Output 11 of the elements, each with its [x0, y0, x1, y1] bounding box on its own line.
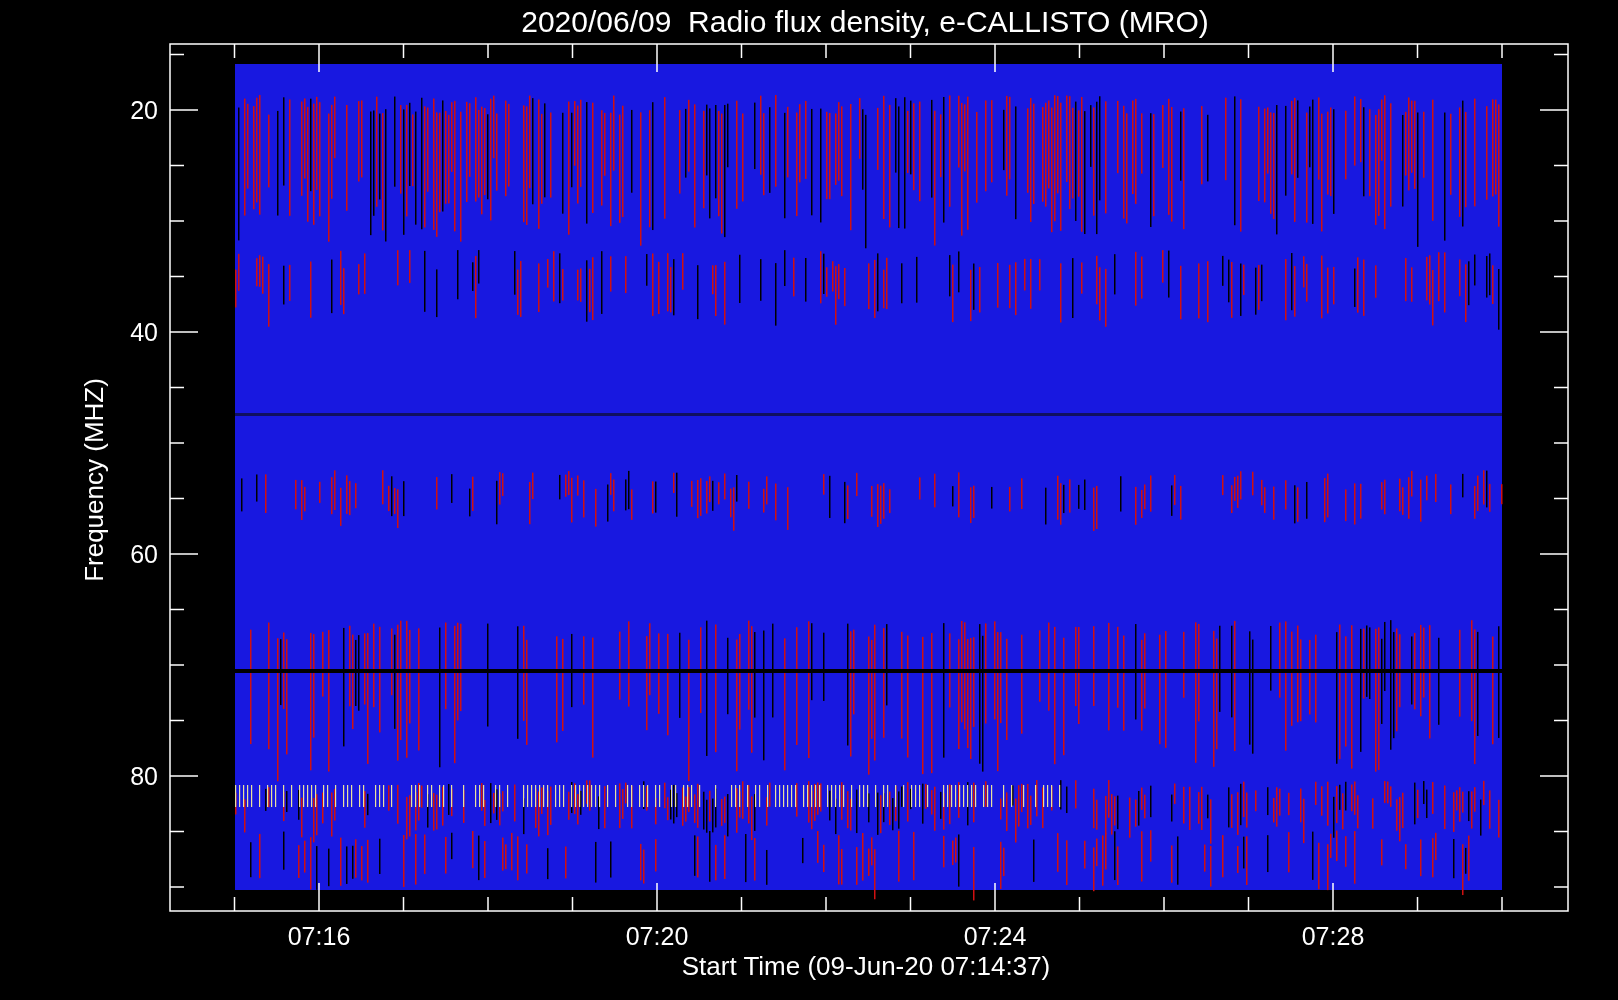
x-tick-label: 07:24 [963, 922, 1027, 950]
chart-title: 2020/06/09 Radio flux density, e-CALLISTO (MRO) [521, 5, 1209, 38]
x-tick-label: 07:28 [1301, 922, 1365, 950]
x-tick-label: 07:20 [625, 922, 689, 950]
y-axis-label: Frequency (MHZ) [79, 378, 109, 582]
y-tick-label: 20 [130, 96, 158, 124]
y-tick-label: 60 [130, 540, 158, 568]
x-tick-label: 07:16 [287, 922, 351, 950]
y-tick-label: 40 [130, 318, 158, 346]
x-axis-label: Start Time (09-Jun-20 07:14:37) [681, 951, 1051, 981]
y-tick-label: 80 [130, 762, 158, 790]
